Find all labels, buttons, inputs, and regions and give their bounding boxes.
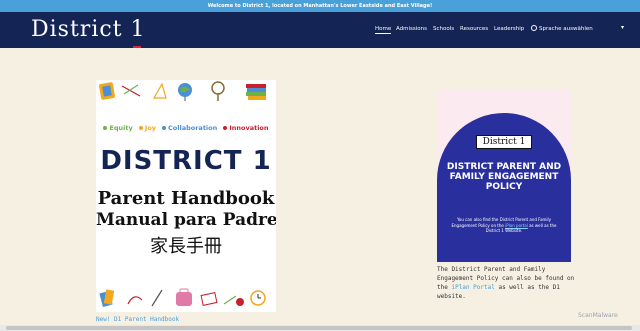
school-supplies-illustration-top: [99, 81, 266, 101]
language-selector[interactable]: Sprache auswählen: [531, 25, 593, 33]
value-collaboration: Collaboration: [162, 124, 217, 132]
policy-image-caption: You can also find the District Parent an…: [451, 217, 557, 233]
nav-leadership[interactable]: Leadership: [494, 25, 524, 33]
policy-image[interactable]: District 1 DISTRICT PARENT AND FAMILY EN…: [437, 90, 571, 262]
main-nav: Home Admissions Schools Resources Leader…: [0, 12, 640, 48]
scrollbar-thumb[interactable]: [6, 326, 632, 330]
policy-district-logo: District 1: [476, 135, 532, 149]
handbook-title-spanish: Manual para Padres: [96, 210, 276, 230]
policy-description: The District Parent and Family Engagemen…: [437, 266, 575, 300]
scanmalware-watermark: ScanMalware: [578, 312, 618, 319]
iplan-portal-link[interactable]: iPlan Portal: [451, 284, 494, 291]
policy-title: DISTRICT PARENT AND FAMILY ENGAGEMENT PO…: [446, 162, 562, 192]
nav-home[interactable]: Home: [375, 25, 392, 34]
horizontal-scrollbar[interactable]: [0, 325, 640, 331]
handbook-title-chinese: 家長手冊: [150, 236, 222, 257]
nav-admissions[interactable]: Admissions: [396, 25, 427, 33]
handbook-title-english: Parent Handbook: [97, 188, 275, 209]
globe-icon: [531, 25, 537, 31]
language-label: Sprache auswählen: [539, 26, 593, 32]
handbook-district-logo: DISTRICT 1: [100, 146, 272, 176]
value-innovation: Innovation: [223, 124, 269, 132]
policy-image-portal-link: iPlan portal: [505, 222, 528, 228]
nav-resources[interactable]: Resources: [460, 25, 488, 33]
values-row: Equity Joy Collaboration Innovation: [96, 124, 276, 132]
value-joy: Joy: [138, 124, 156, 132]
announcement-text: Welcome to District 1, located on Manhat…: [207, 3, 433, 9]
handbook-link[interactable]: New! D1 Parent Handbook: [96, 316, 179, 323]
chevron-down-icon[interactable]: ▾: [621, 24, 624, 31]
nav-schools[interactable]: Schools: [433, 25, 454, 33]
announcement-bar: Welcome to District 1, located on Manhat…: [0, 0, 640, 12]
handbook-image[interactable]: Equity Joy Collaboration Innovation DIST…: [96, 80, 276, 312]
value-equity: Equity: [103, 124, 133, 132]
school-supplies-illustration-bottom: [99, 288, 266, 308]
